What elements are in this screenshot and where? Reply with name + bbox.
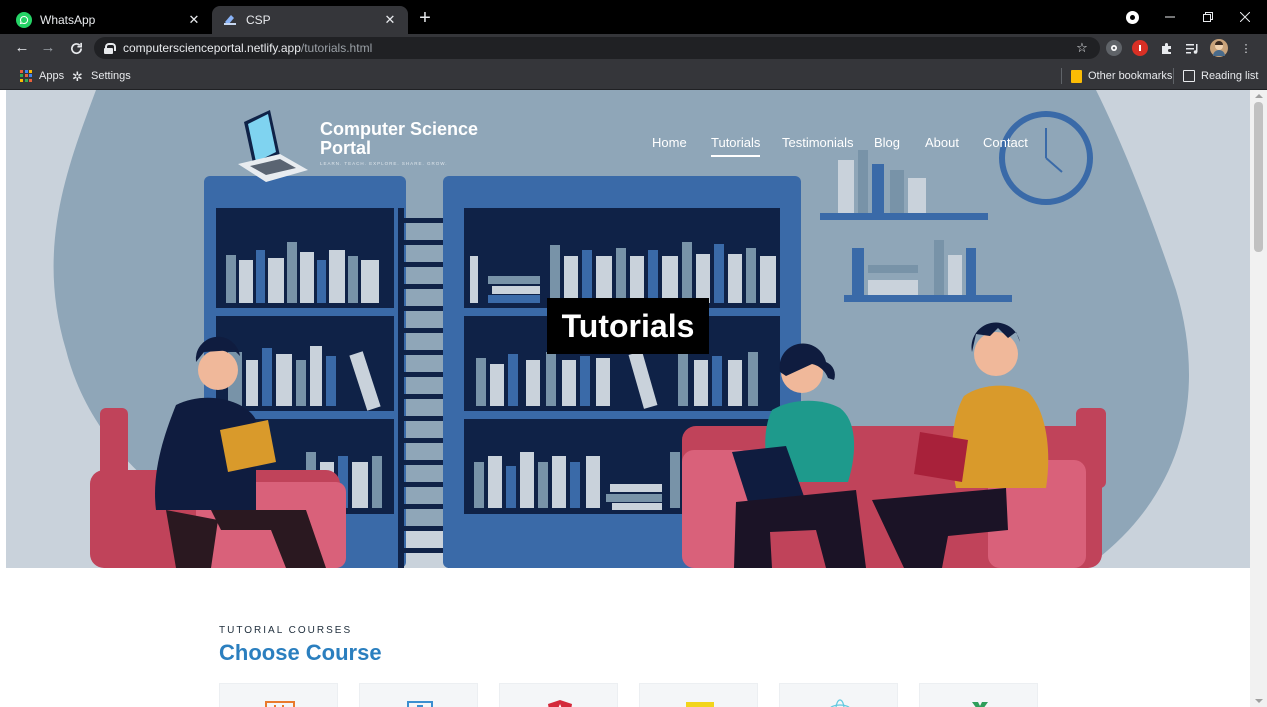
reload-button[interactable] <box>66 39 86 59</box>
bookmark-star-icon[interactable]: ☆ <box>1074 40 1090 56</box>
close-tab-icon[interactable]: ✕ <box>186 12 202 28</box>
folder-icon <box>1071 69 1082 83</box>
tab-title: WhatsApp <box>40 13 96 27</box>
course-card[interactable] <box>219 683 338 707</box>
nav-blog[interactable]: Blog <box>874 135 900 150</box>
extension-red-icon[interactable] <box>1132 40 1148 56</box>
csp-icon <box>222 12 238 28</box>
bookmark-settings[interactable]: ✲ Settings <box>72 68 131 84</box>
bookmark-apps[interactable]: Apps <box>20 68 64 84</box>
tab-csp[interactable]: CSP ✕ <box>212 6 408 34</box>
course-illustrator-icon <box>265 701 295 707</box>
profile-avatar[interactable] <box>1210 39 1228 57</box>
whatsapp-icon <box>16 12 32 28</box>
web-page: Computer Science Portal LEARN. TEACH. EX… <box>0 90 1267 707</box>
section-kicker: TUTORIAL COURSES <box>219 625 353 636</box>
forward-button[interactable]: → <box>38 39 58 59</box>
browser-menu-icon[interactable]: ⋮ <box>1238 40 1254 56</box>
nav-home[interactable]: Home <box>652 135 687 150</box>
scroll-up-arrow-icon[interactable] <box>1255 94 1263 98</box>
address-bar[interactable]: computerscienceportal.netlify.app/tutori… <box>94 37 1100 59</box>
course-react-icon <box>830 699 850 707</box>
course-excel-icon <box>972 702 988 707</box>
extensions-puzzle-icon[interactable] <box>1158 40 1174 56</box>
extension-shield-icon[interactable] <box>1106 40 1122 56</box>
bookmark-other[interactable]: Other bookmarks <box>1071 68 1172 84</box>
browser-toolbar: ← → computerscienceportal.netlify.app/tu… <box>0 34 1267 62</box>
section-title: Choose Course <box>219 640 382 665</box>
lock-icon[interactable] <box>104 42 116 54</box>
media-queue-icon[interactable] <box>1184 40 1200 56</box>
page-title: Tutorials <box>547 298 709 354</box>
browser-tab-bar: WhatsApp ✕ CSP ✕ + <box>0 0 1267 34</box>
course-card[interactable] <box>359 683 478 707</box>
bookmark-label: Other bookmarks <box>1088 70 1173 82</box>
tab-title: CSP <box>246 13 271 27</box>
url-host: computerscienceportal.netlify.app <box>123 41 301 55</box>
site-navigation: Home Tutorials Testimonials Blog About C… <box>6 135 1250 159</box>
scrollbar-thumb[interactable] <box>1254 102 1263 252</box>
course-card[interactable] <box>639 683 758 707</box>
bookmarks-divider <box>1173 68 1174 84</box>
restore-button[interactable] <box>1188 0 1228 34</box>
bookmark-reading-list[interactable]: Reading list <box>1183 68 1258 84</box>
close-tab-icon[interactable]: ✕ <box>382 12 398 28</box>
back-button[interactable]: ← <box>12 39 32 59</box>
bookmark-label: Apps <box>39 70 65 82</box>
reading-list-icon <box>1183 70 1195 82</box>
gear-icon: ✲ <box>72 68 83 84</box>
bookmark-label: Reading list <box>1201 70 1259 82</box>
course-angular-icon <box>548 700 572 707</box>
nav-contact[interactable]: Contact <box>983 135 1028 150</box>
bookmarks-divider <box>1061 68 1062 84</box>
tab-whatsapp[interactable]: WhatsApp ✕ <box>6 6 212 34</box>
nav-about[interactable]: About <box>925 135 959 150</box>
hero-banner: Computer Science Portal LEARN. TEACH. EX… <box>6 90 1250 568</box>
course-javascript-icon <box>686 702 714 707</box>
nav-tutorials[interactable]: Tutorials <box>711 135 761 157</box>
brand-tagline: LEARN. TEACH. EXPLORE. SHARE. GROW. <box>320 161 448 166</box>
apps-grid-icon <box>20 69 33 83</box>
course-card[interactable] <box>499 683 618 707</box>
close-window-button[interactable] <box>1225 0 1265 34</box>
url-path: /tutorials.html <box>300 41 373 55</box>
nav-testimonials[interactable]: Testimonials <box>782 135 854 150</box>
tab-search-icon[interactable] <box>1126 11 1139 24</box>
course-photoshop-icon <box>407 701 433 707</box>
new-tab-button[interactable]: + <box>414 8 436 30</box>
bookmarks-bar: Apps ✲ Settings Other bookmarks Reading … <box>0 62 1267 90</box>
minimize-button[interactable] <box>1150 0 1190 34</box>
course-card[interactable] <box>779 683 898 707</box>
bookmark-label: Settings <box>91 70 131 82</box>
scroll-down-arrow-icon[interactable] <box>1255 699 1263 703</box>
page-scrollbar[interactable] <box>1250 90 1267 707</box>
course-card[interactable] <box>919 683 1038 707</box>
